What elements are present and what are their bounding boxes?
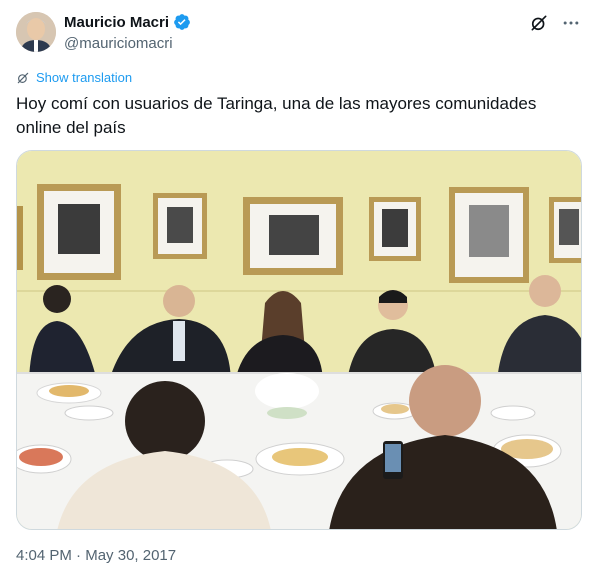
grok-icon[interactable] — [528, 12, 550, 34]
dinner-photo — [17, 151, 581, 529]
avatar-image — [16, 12, 56, 52]
wall-frames — [17, 184, 581, 283]
timestamp-time: 4:04 PM — [16, 547, 72, 564]
author-block: Mauricio Macri @mauriciomacri — [64, 12, 191, 52]
tweet-card: Mauricio Macri @mauriciomacri Show trans… — [0, 0, 598, 576]
author-name[interactable]: Mauricio Macri — [64, 14, 169, 31]
timestamp-date: May 30, 2017 — [85, 547, 177, 564]
tweet-timestamp[interactable]: 4:04 PM · May 30, 2017 — [16, 547, 176, 564]
top-actions — [528, 12, 582, 34]
timestamp-separator: · — [76, 547, 82, 564]
show-translation-link[interactable]: Show translation — [16, 70, 132, 85]
author-handle[interactable]: @mauriciomacri — [64, 35, 191, 52]
verified-badge-icon — [173, 13, 191, 31]
name-row: Mauricio Macri — [64, 12, 191, 32]
avatar[interactable] — [16, 12, 56, 52]
tweet-photo[interactable] — [16, 150, 582, 530]
translate-icon — [17, 72, 29, 83]
more-icon[interactable] — [560, 12, 582, 34]
tweet-text: Hoy comí con usuarios de Taringa, una de… — [16, 94, 537, 137]
show-translation-label: Show translation — [36, 70, 133, 85]
